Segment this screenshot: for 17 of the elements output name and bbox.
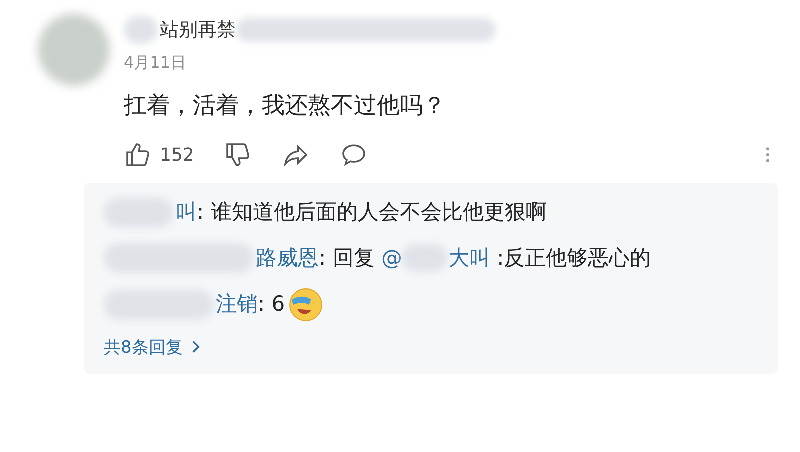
mention-link[interactable]: 大叫 — [448, 242, 490, 274]
reply-text: : 谁知道他后面的人会不会比他更狠啊 — [197, 199, 547, 226]
reply-text: : 6 — [258, 291, 286, 318]
mention-link[interactable]: @ — [381, 242, 402, 274]
comment-text: 扛着，活着，我还熬不过他吗？ — [124, 92, 447, 120]
comment-date: 4月11日 — [124, 52, 188, 74]
chevron-right-icon — [190, 340, 201, 354]
thumbs-down-icon[interactable] — [224, 141, 252, 169]
reply-author[interactable]: 路威恩 — [256, 242, 319, 274]
reply-label: : 回复 — [319, 244, 376, 272]
username[interactable]: 站别再禁 — [160, 16, 236, 44]
like-count: 152 — [160, 144, 194, 168]
reply-author[interactable]: 注销 — [216, 289, 258, 321]
view-all-replies-link[interactable]: 共8条回复 — [104, 338, 201, 358]
thumbs-up-icon[interactable] — [124, 141, 152, 169]
reply-author[interactable]: 叫 — [176, 197, 197, 228]
reply-text: :反正他够恶心的 — [496, 244, 652, 272]
